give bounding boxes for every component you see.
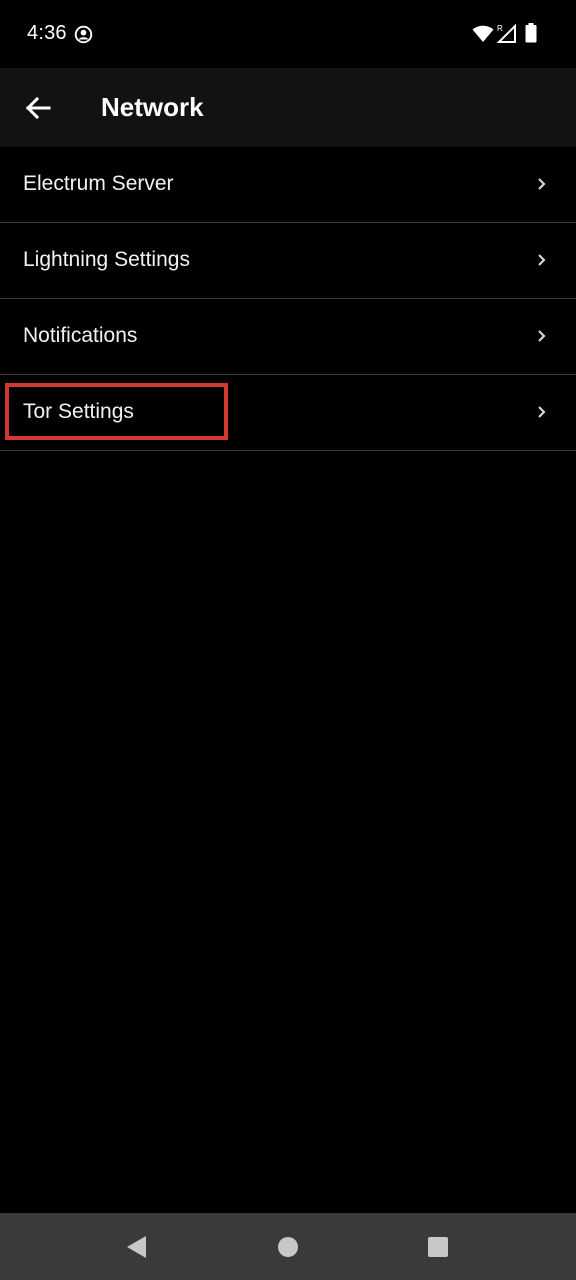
chevron-right-icon — [538, 406, 546, 418]
settings-item-notifications[interactable]: Notifications — [0, 299, 576, 375]
page-title: Network — [101, 92, 204, 122]
settings-item-label: Notifications — [23, 324, 138, 347]
nav-back-button[interactable] — [115, 1225, 159, 1269]
nav-back-triangle-icon — [127, 1236, 146, 1258]
chevron-right-icon — [538, 178, 546, 190]
battery-icon — [525, 23, 537, 43]
screen: 4:36 R Network Electrum Server Lightning… — [0, 0, 576, 1280]
chevron-right-icon — [538, 254, 546, 266]
status-bar: 4:36 R — [0, 0, 576, 68]
signal-roaming-icon: R — [496, 23, 516, 43]
nav-recents-square-icon — [428, 1237, 448, 1257]
svg-text:R: R — [497, 24, 503, 33]
nav-home-circle-icon — [278, 1237, 298, 1257]
settings-item-label: Lightning Settings — [23, 248, 190, 271]
settings-item-label: Electrum Server — [23, 172, 174, 195]
settings-list: Electrum Server Lightning Settings Notif… — [0, 147, 576, 451]
settings-item-lightning-settings[interactable]: Lightning Settings — [0, 223, 576, 299]
navigation-bar — [0, 1213, 576, 1280]
account-circle-icon — [74, 25, 93, 44]
back-button[interactable] — [14, 84, 62, 132]
arrow-back-icon — [25, 96, 51, 120]
settings-item-electrum-server[interactable]: Electrum Server — [0, 147, 576, 223]
nav-home-button[interactable] — [266, 1225, 310, 1269]
status-time: 4:36 — [27, 22, 67, 44]
settings-item-tor-settings[interactable]: Tor Settings — [0, 375, 576, 451]
settings-item-label: Tor Settings — [23, 400, 134, 423]
nav-recents-button[interactable] — [416, 1225, 460, 1269]
app-bar: Network — [0, 68, 576, 147]
wifi-icon — [472, 25, 494, 42]
chevron-right-icon — [538, 330, 546, 342]
